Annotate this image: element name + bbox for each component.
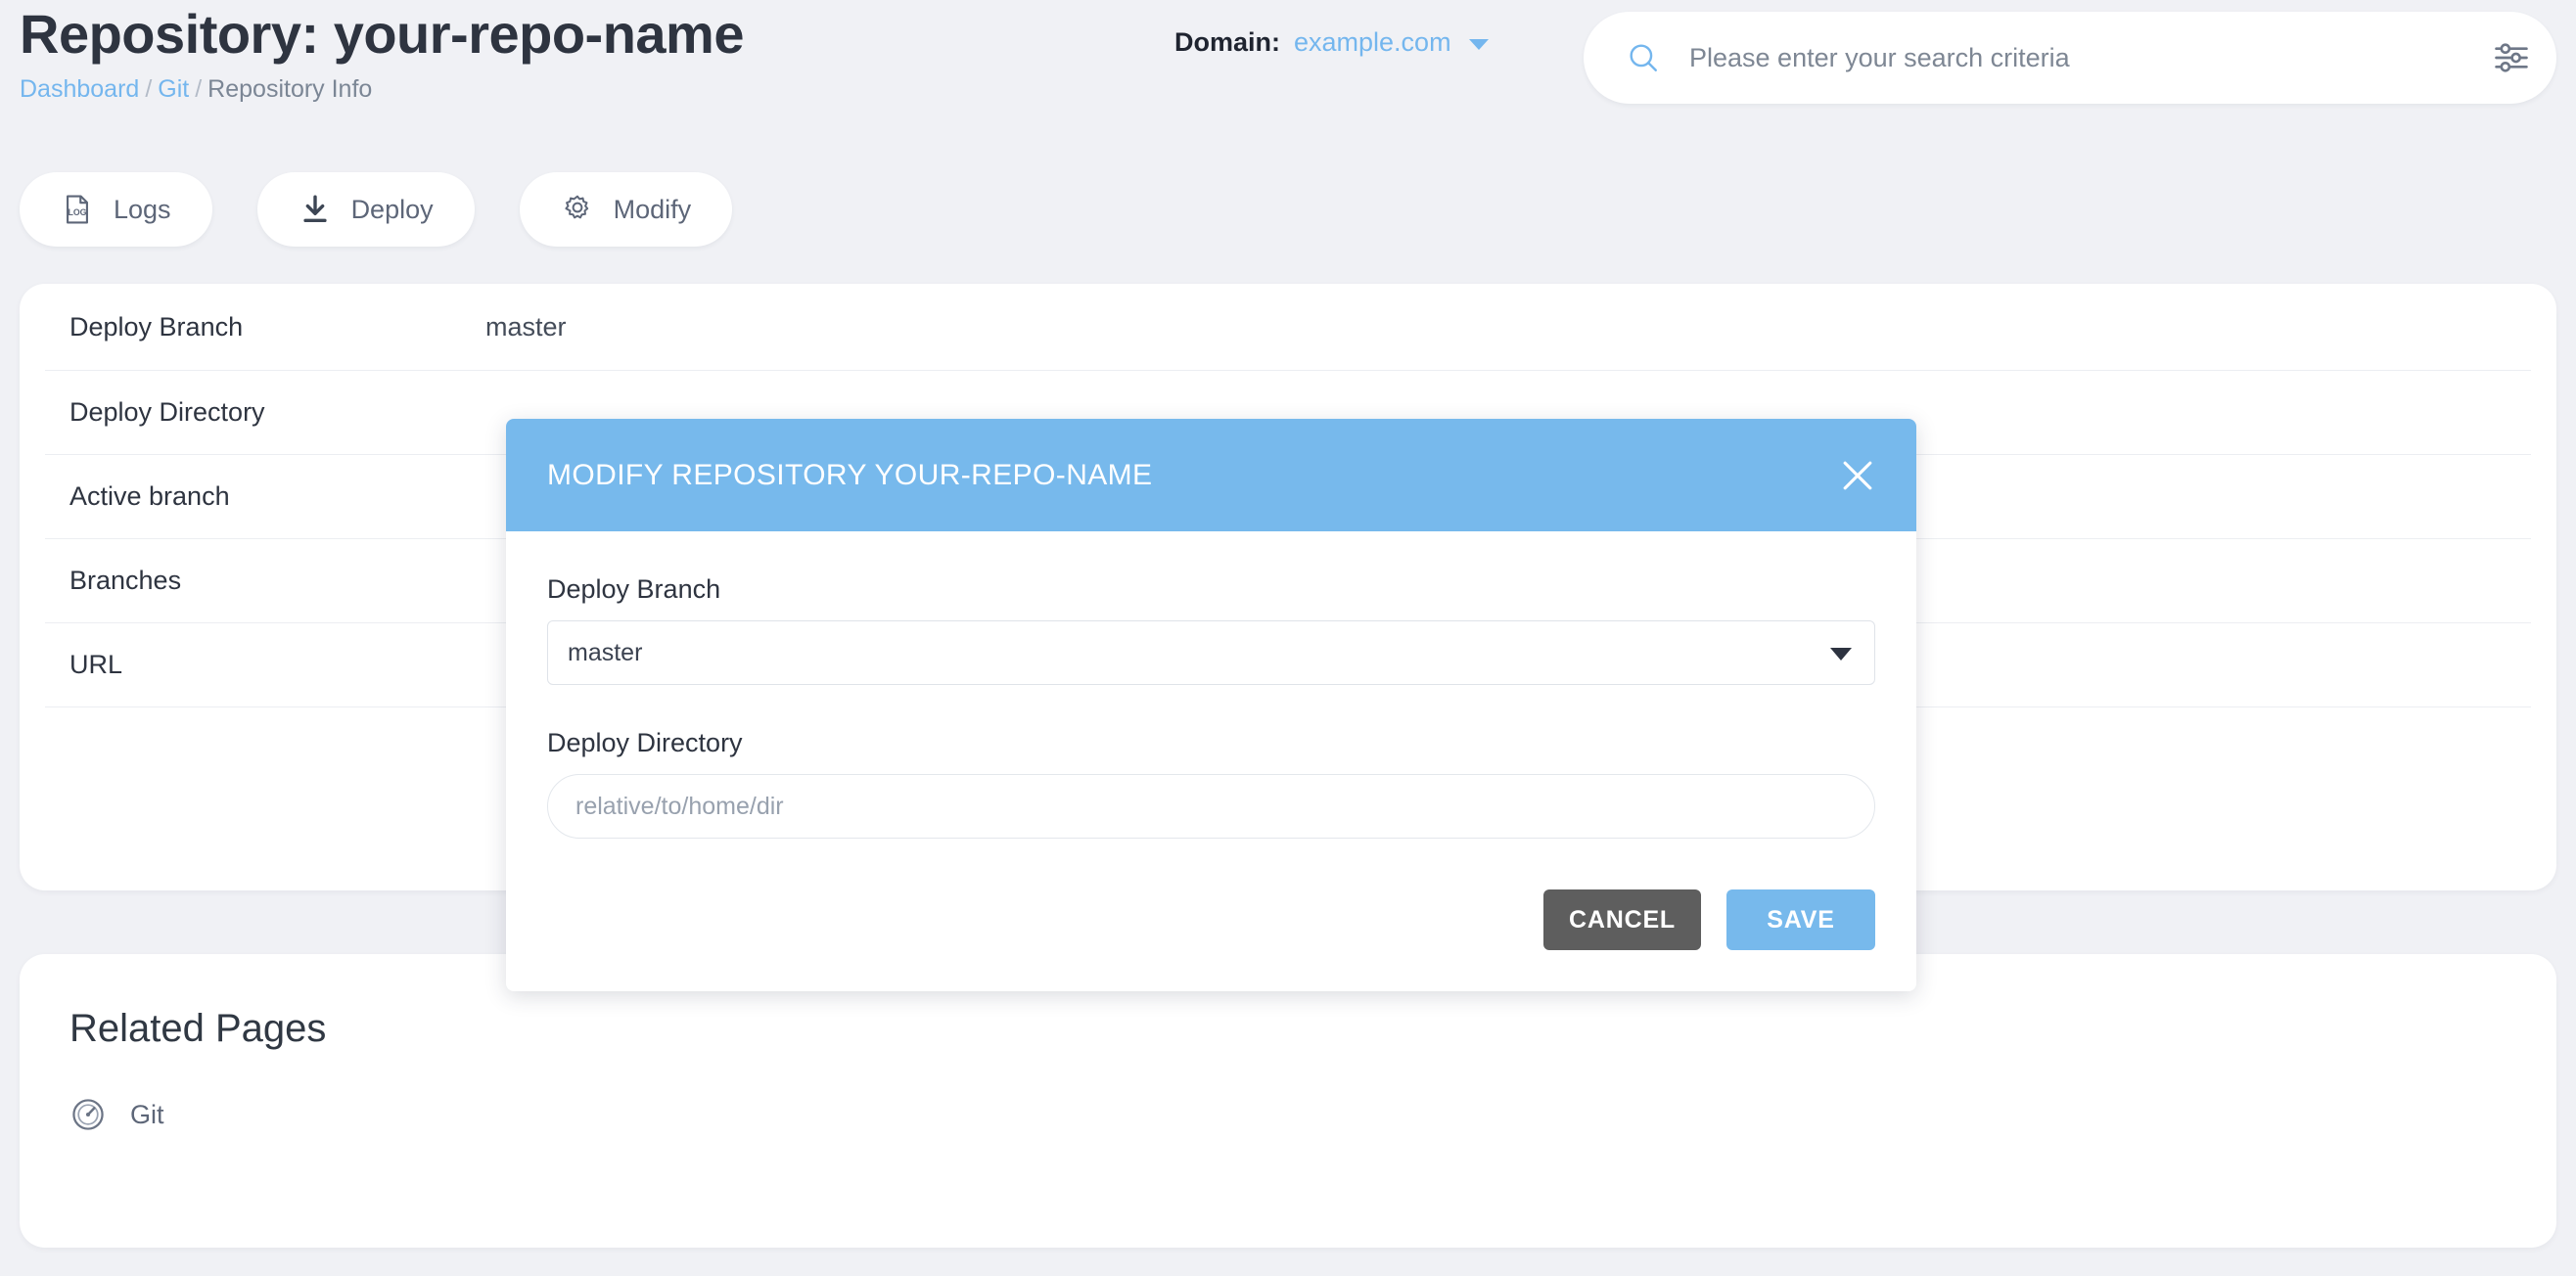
title-block: Repository: your-repo-name Dashboard/Git…: [20, 6, 744, 104]
deploy-button[interactable]: Deploy: [257, 172, 475, 247]
row-label: Active branch: [45, 481, 485, 512]
close-icon[interactable]: [1836, 454, 1879, 497]
modal-title: Modify Repository your-repo-name: [547, 459, 1152, 492]
cancel-button[interactable]: Cancel: [1543, 889, 1701, 950]
row-label: Deploy Directory: [45, 397, 485, 428]
deploy-branch-select[interactable]: master: [547, 620, 1875, 685]
logs-button-label: Logs: [114, 195, 171, 225]
deploy-directory-label: Deploy Directory: [547, 728, 1875, 758]
domain-selector[interactable]: Domain: example.com: [1174, 27, 1489, 58]
action-button-row: LOG Logs Deploy Modify: [20, 172, 732, 247]
row-label: Branches: [45, 566, 485, 596]
breadcrumb-separator-2: /: [189, 75, 207, 103]
breadcrumb: Dashboard/Git/Repository Info: [20, 75, 744, 104]
breadcrumb-current: Repository Info: [207, 75, 372, 103]
download-arrow-icon: [299, 193, 332, 226]
log-file-icon: LOG: [61, 193, 94, 226]
page-header: Repository: your-repo-name Dashboard/Git…: [0, 0, 2576, 157]
domain-value[interactable]: example.com: [1294, 27, 1451, 58]
search-input[interactable]: [1687, 42, 2492, 74]
deploy-branch-label: Deploy Branch: [547, 574, 1875, 605]
search-icon: [1627, 41, 1660, 74]
row-label: Deploy Branch: [45, 312, 485, 342]
related-pages-card: Related Pages Git: [20, 954, 2556, 1248]
modify-button[interactable]: Modify: [520, 172, 733, 247]
breadcrumb-dashboard[interactable]: Dashboard: [20, 75, 139, 103]
modify-repository-modal: Modify Repository your-repo-name Deploy …: [506, 419, 1916, 991]
deploy-branch-field: master: [547, 620, 1875, 685]
list-item[interactable]: Git: [45, 1096, 2531, 1133]
row-value: master: [485, 312, 567, 342]
modal-body: Deploy Branch master Deploy Directory: [506, 531, 1916, 839]
table-row: Deploy Branch master: [45, 284, 2531, 371]
sliders-filter-icon[interactable]: [2492, 41, 2531, 74]
modify-button-label: Modify: [614, 195, 692, 225]
row-label: URL: [45, 650, 485, 680]
deploy-button-label: Deploy: [351, 195, 434, 225]
deploy-directory-input[interactable]: [547, 774, 1875, 839]
modal-header: Modify Repository your-repo-name: [506, 419, 1916, 531]
svg-text:LOG: LOG: [69, 207, 87, 217]
save-button[interactable]: Save: [1726, 889, 1875, 950]
gear-icon: [561, 193, 594, 226]
gauge-icon: [69, 1096, 107, 1133]
search-bar[interactable]: [1584, 12, 2556, 104]
modal-footer: Cancel Save: [506, 839, 1916, 991]
domain-label: Domain:: [1174, 27, 1280, 58]
breadcrumb-separator-1: /: [139, 75, 158, 103]
breadcrumb-git[interactable]: Git: [158, 75, 189, 103]
list-item-label: Git: [130, 1100, 164, 1130]
page-title: Repository: your-repo-name: [20, 6, 744, 64]
chevron-down-icon: [1469, 39, 1489, 50]
logs-button[interactable]: LOG Logs: [20, 172, 212, 247]
